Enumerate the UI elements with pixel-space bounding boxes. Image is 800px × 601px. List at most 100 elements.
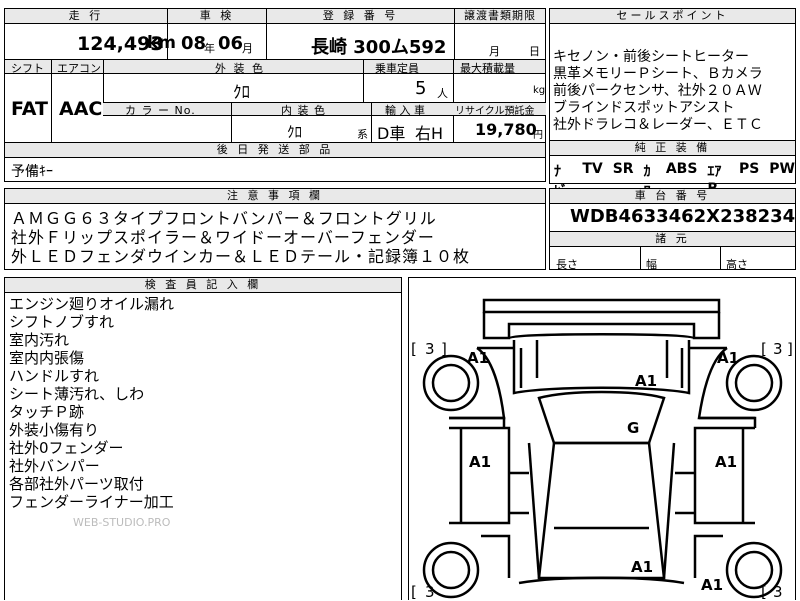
max-load-unit: kg: [533, 85, 546, 96]
inspector-line: 室内汚れ: [9, 331, 70, 349]
steering-value: 右H: [415, 124, 444, 143]
inspector-line: ハンドルすれ: [9, 367, 100, 385]
inspector-line: 室内内張傷: [9, 349, 85, 367]
inspector-line: タッチＰ跡: [9, 403, 85, 421]
tire-left-front: 3: [425, 340, 435, 358]
genuine-equipment-block: 純 正 装 備 ﾅﾋﾞ TV SR ｶﾜ ABS ｴｱB PS PW: [549, 140, 796, 200]
capacity-value: 5: [415, 78, 427, 99]
aircon-value: AAC: [59, 98, 103, 120]
tire-right-rear: 3: [773, 583, 783, 601]
recycle-value: 19,780: [475, 120, 537, 139]
mileage-cell: 走 行 124,493 km: [4, 8, 176, 60]
tire-right-front: 3: [773, 340, 783, 358]
notes-list: ＡＭＧＧ６３タイプフロントバンパー＆フロントグリル 社外Ｆリップスポイラー＆ワイ…: [11, 209, 470, 266]
tire-right-front-close: ]: [787, 340, 793, 358]
exterior-color-label: 外 装 色: [215, 62, 265, 75]
chassis-block: 車 台 番 号 WDB4633462X238234: [549, 188, 796, 232]
specs-block: シフト エアコン 外 装 色 乗車定員 最大積載量 ｸﾛ 5 人 kg カ ラ …: [4, 59, 546, 144]
tire-right-rear-open: [: [761, 583, 767, 601]
mark-front-right-fender: A1: [717, 349, 740, 367]
transfer-deadline-cell: 譲渡書類期限 月 日: [454, 8, 546, 60]
capacity-unit: 人: [437, 87, 448, 100]
mark-windshield: G: [627, 419, 640, 437]
mark-rear-right: A1: [701, 576, 724, 594]
sales-point-line: ブラインドスポットアシスト: [553, 100, 735, 116]
later-parts-label: 後 日 発 送 部 品: [5, 143, 545, 158]
aircon-label: エアコン: [57, 62, 101, 75]
inspection-cell: 車 検 08 年 06 月: [167, 8, 267, 60]
max-load-label: 最大積載量: [460, 62, 515, 75]
recycle-unit: 円: [533, 130, 543, 141]
mark-right-front-door: A1: [715, 453, 738, 471]
inspector-list: エンジン廻りオイル漏れ シフトノブすれ 室内汚れ 室内内張傷 ハンドルすれ シー…: [9, 295, 174, 511]
tire-left-front-open: [: [411, 340, 417, 358]
interior-color-label: 内 装 色: [281, 104, 326, 117]
transfer-day-label: 日: [529, 45, 540, 58]
tire-left-rear-open: [: [411, 583, 417, 601]
note-line: ＡＭＧＧ６３タイプフロントバンパー＆フロントグリル: [11, 209, 437, 228]
tire-right-front-open: [: [761, 340, 767, 358]
inspector-line: フェンダーライナー加工: [9, 493, 174, 511]
inspector-header: 検 査 員 記 入 欄: [5, 278, 401, 293]
inspector-line: シート薄汚れ、しわ: [9, 385, 145, 403]
vehicle-diagram: [ 3 ] [ 3 ] [ 3 [ 3 A1 A1 A1 G A1 A1 A1 …: [408, 277, 796, 601]
transfer-month-label: 月: [489, 45, 500, 58]
sales-point-line: 黒革メモリーＰシート、Ｂカメラ: [553, 66, 763, 82]
inspection-month-unit: 月: [242, 42, 253, 55]
sales-point-line: 前後パークセンサ、社外２０ＡＷ: [553, 83, 762, 99]
width-label: 幅: [646, 258, 657, 271]
note-line: 外ＬＥＤフェンダウインカー＆ＬＥＤテール・記録簿１０枚: [11, 247, 471, 266]
sales-points-block: セールスポイント キセノン・前後シートヒーター 黒革メモリーＰシート、Ｂカメラ …: [549, 8, 796, 141]
later-parts-value: 予備ｷｰ: [11, 164, 53, 180]
mark-left-front-door: A1: [469, 453, 492, 471]
exterior-color-value: ｸﾛ: [233, 83, 250, 103]
car-outline: [422, 298, 783, 599]
sales-points-list: キセノン・前後シートヒーター 黒革メモリーＰシート、Ｂカメラ 前後パークセンサ、…: [553, 49, 763, 134]
inspection-year-unit: 年: [204, 42, 215, 55]
import-label: 輸 入 車: [385, 104, 425, 117]
registration-header: 登 録 番 号: [267, 9, 454, 24]
sales-points-header: セールスポイント: [550, 9, 795, 24]
inspector-line: 社外0フェンダー: [9, 439, 124, 457]
inspector-line: エンジン廻りオイル漏れ: [9, 295, 175, 313]
inspector-line: シフトノブすれ: [9, 313, 115, 331]
sales-point-line: 社外ドラレコ＆レーダー、ＥＴＣ: [553, 117, 763, 133]
mark-hood: A1: [635, 372, 658, 390]
color-no-label: カ ラ ー No.: [125, 104, 196, 117]
inspector-line: 各部社外パーツ取付: [9, 475, 144, 493]
inspection-header: 車 検: [168, 9, 266, 24]
mark-front-left-fender: A1: [467, 349, 490, 367]
registration-value: 長崎 300ム592: [311, 37, 447, 58]
shift-value: FAT: [11, 98, 48, 120]
inspector-line: 社外バンパー: [9, 457, 100, 475]
inspection-month: 06: [218, 33, 244, 54]
tire-left-rear: 3: [425, 583, 435, 601]
notes-header: 注 意 事 項 欄: [5, 189, 545, 204]
mark-roof-rear: A1: [631, 558, 654, 576]
chassis-header: 車 台 番 号: [550, 189, 795, 204]
mileage-header: 走 行: [5, 9, 167, 24]
inspection-year: 08: [181, 33, 207, 54]
inspector-line: 外装小傷有り: [9, 421, 100, 439]
watermark: WEB-STUDIO.PRO: [73, 516, 171, 529]
interior-color-value: ｸﾛ: [287, 123, 303, 141]
length-label: 長さ: [556, 258, 578, 271]
notes-block: 注 意 事 項 欄 ＡＭＧＧ６３タイプフロントバンパー＆フロントグリル 社外Ｆリ…: [4, 188, 546, 270]
tire-left-front-close: ]: [441, 340, 447, 358]
chassis-value: WDB4633462X238234: [570, 206, 796, 227]
import-value: D車: [377, 124, 406, 143]
recycle-label: リサイクル預託金: [455, 106, 535, 117]
dimensions-block: 諸 元 長さ 幅 高さ: [549, 231, 796, 271]
inspector-block: 検 査 員 記 入 欄 エンジン廻りオイル漏れ シフトノブすれ 室内汚れ 室内内…: [4, 277, 402, 600]
dimensions-header: 諸 元: [550, 232, 795, 247]
transfer-deadline-header: 譲渡書類期限: [455, 9, 545, 24]
capacity-label: 乗車定員: [375, 62, 419, 75]
height-label: 高さ: [726, 258, 748, 271]
later-parts-block: 後 日 発 送 部 品 予備ｷｰ: [4, 142, 546, 182]
genuine-equipment-header: 純 正 装 備: [550, 141, 795, 156]
interior-color-suffix: 系: [357, 128, 368, 141]
shift-label: シフト: [11, 62, 44, 75]
sales-point-line: キセノン・前後シートヒーター: [553, 49, 749, 65]
note-line: 社外Ｆリップスポイラー＆ワイドーオーバーフェンダー: [11, 228, 435, 247]
registration-cell: 登 録 番 号 長崎 300ム592: [266, 8, 455, 60]
